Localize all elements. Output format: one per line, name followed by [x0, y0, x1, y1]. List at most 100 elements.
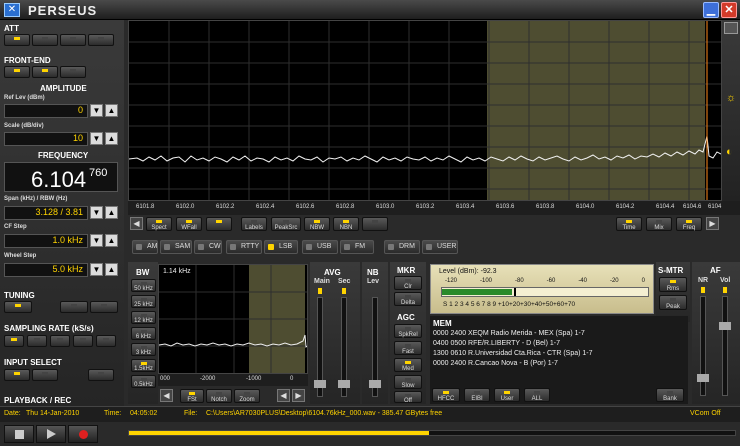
mode-usb[interactable]: USB — [302, 240, 338, 254]
spect-button[interactable]: Spect — [146, 217, 172, 231]
mem-entry[interactable]: 0400 0500 RFE/R.LIBERTY - D (Bel) 1-7 — [433, 340, 560, 349]
contrast-icon[interactable]: ◐ — [726, 146, 733, 158]
ref-lev-up-arrow[interactable]: ▲ — [105, 104, 118, 117]
sampling-5-button[interactable] — [96, 335, 116, 347]
mode-lsb[interactable]: LSB — [264, 240, 298, 254]
mode-sam[interactable]: SAM — [160, 240, 192, 254]
notch-button[interactable]: Notch — [206, 389, 232, 403]
close-button[interactable]: ✕ — [721, 2, 737, 18]
agc-spkrel-button[interactable]: SpkRel — [394, 324, 422, 338]
sampling-1-button[interactable] — [4, 335, 24, 347]
stop-button[interactable] — [4, 425, 34, 443]
time-button[interactable]: Time — [616, 217, 642, 231]
peaksrc-button[interactable]: PeakSrc — [271, 217, 301, 231]
avg-sec-slider-thumb[interactable] — [338, 380, 350, 388]
mode-rtty[interactable]: RTTY — [226, 240, 262, 254]
mem-entry[interactable]: 0000 2400 XEQM Radio Merida - MEX (Spa) … — [433, 330, 585, 339]
tuning-3-button[interactable] — [90, 301, 118, 313]
mem-hfcc-button[interactable]: HFCC — [432, 388, 460, 402]
input-1-button[interactable] — [4, 369, 30, 381]
tuning-1-button[interactable] — [4, 301, 32, 313]
att-20-button[interactable] — [60, 34, 86, 46]
mode-am[interactable]: AM — [132, 240, 158, 254]
blank-button-2[interactable] — [362, 217, 388, 231]
bw-3k-button[interactable]: 3 kHz — [131, 343, 156, 356]
scroll-left-arrow[interactable]: ◀ — [130, 217, 143, 230]
bw-0-5k-button[interactable]: 0.5kHz — [131, 375, 156, 388]
labels-button[interactable]: Labels — [241, 217, 267, 231]
zoom-button[interactable]: Zoom — [234, 389, 260, 403]
sampling-4-button[interactable] — [73, 335, 93, 347]
mem-user-button[interactable]: User — [494, 388, 520, 402]
att-10-button[interactable] — [32, 34, 58, 46]
mix-button[interactable]: Mix — [646, 217, 672, 231]
scale-up-arrow[interactable]: ▲ — [105, 132, 118, 145]
scale-field[interactable]: 10 — [4, 132, 88, 146]
att-30-button[interactable] — [88, 34, 114, 46]
wheel-step-field[interactable]: 5.0 kHz — [4, 263, 88, 277]
bw-right-arrow-2[interactable]: ▶ — [292, 389, 305, 402]
front-end-2-button[interactable] — [32, 66, 58, 78]
blank-button[interactable] — [206, 217, 232, 231]
playback-progress-track[interactable] — [128, 430, 736, 436]
bw-50k-button[interactable]: 50 kHz — [131, 279, 156, 292]
nb-slider-thumb[interactable] — [369, 380, 381, 388]
bw-1-5k-button[interactable]: 1.5kHz — [131, 359, 156, 372]
agc-med-button[interactable]: Med — [394, 358, 422, 372]
avg-main-slider-thumb[interactable] — [314, 380, 326, 388]
cf-step-up-arrow[interactable]: ▲ — [105, 234, 118, 247]
cf-step-field[interactable]: 1.0 kHz — [4, 234, 88, 248]
af-vol-slider-thumb[interactable] — [719, 322, 731, 330]
front-end-1-button[interactable] — [4, 66, 30, 78]
freq-button[interactable]: Freq — [676, 217, 702, 231]
ref-lev-field[interactable]: 0 — [4, 104, 88, 118]
mkr-delta-button[interactable]: Delta — [394, 292, 422, 306]
mem-all-button[interactable]: ALL — [524, 388, 550, 402]
side-slider-top[interactable] — [724, 22, 738, 34]
spectrum-display[interactable] — [128, 20, 722, 201]
brightness-icon[interactable]: ☼ — [726, 92, 736, 104]
att-0-button[interactable] — [4, 34, 30, 46]
tuning-2-button[interactable] — [60, 301, 88, 313]
wheel-step-up-arrow[interactable]: ▲ — [105, 263, 118, 276]
fst-button[interactable]: FSt — [180, 389, 204, 403]
nbn-button[interactable]: NBN — [333, 217, 359, 231]
bw-6k-button[interactable]: 6 kHz — [131, 327, 156, 340]
mkr-clr-button[interactable]: Clr — [394, 276, 422, 290]
minimize-button[interactable]: ▁ — [703, 2, 719, 18]
record-button[interactable] — [68, 425, 98, 443]
app-icon[interactable]: ✕ — [4, 3, 20, 17]
front-end-3-button[interactable] — [60, 66, 86, 78]
wheel-step-down-arrow[interactable]: ▼ — [90, 263, 103, 276]
sampling-2-button[interactable] — [27, 335, 47, 347]
mem-entry[interactable]: 1300 0610 R.Universidad Cta.Rica - CTR (… — [433, 350, 593, 359]
bw-right-arrow[interactable]: ◀ — [277, 389, 290, 402]
agc-fast-button[interactable]: Fast — [394, 341, 422, 355]
bw-25k-button[interactable]: 25 kHz — [131, 295, 156, 308]
span-down-arrow[interactable]: ▼ — [90, 206, 103, 219]
nbw-button[interactable]: NBW — [304, 217, 330, 231]
mode-cw[interactable]: CW — [194, 240, 222, 254]
mode-fm[interactable]: FM — [340, 240, 374, 254]
input-2-button[interactable] — [32, 369, 58, 381]
sampling-3-button[interactable] — [50, 335, 70, 347]
frequency-display[interactable]: 6.104 760 — [4, 162, 118, 192]
span-up-arrow[interactable]: ▲ — [105, 206, 118, 219]
mem-entry[interactable]: 0000 2400 R.Cancao Nova - B (Por) 1-7 — [433, 360, 558, 369]
mem-eibi-button[interactable]: EIBI — [464, 388, 490, 402]
s-mtr-rms-button[interactable]: Rms — [659, 277, 687, 292]
af-vol-slider-track[interactable] — [722, 296, 728, 396]
input-3-button[interactable] — [88, 369, 114, 381]
agc-slow-button[interactable]: Slow — [394, 375, 422, 389]
mode-user[interactable]: USER — [422, 240, 458, 254]
wfall-button[interactable]: WFall — [176, 217, 202, 231]
agc-off-button[interactable]: Off — [394, 391, 422, 404]
scroll-right-arrow[interactable]: ▶ — [706, 217, 719, 230]
bw-spectrum[interactable]: 1.14 kHz — [158, 264, 308, 374]
play-button[interactable] — [36, 425, 66, 443]
mode-drm[interactable]: DRM — [384, 240, 420, 254]
ref-lev-down-arrow[interactable]: ▼ — [90, 104, 103, 117]
s-mtr-peak-button[interactable]: Peak — [659, 295, 687, 310]
span-field[interactable]: 3.128 / 3.81 — [4, 206, 88, 220]
bw-12k-button[interactable]: 12 kHz — [131, 311, 156, 324]
